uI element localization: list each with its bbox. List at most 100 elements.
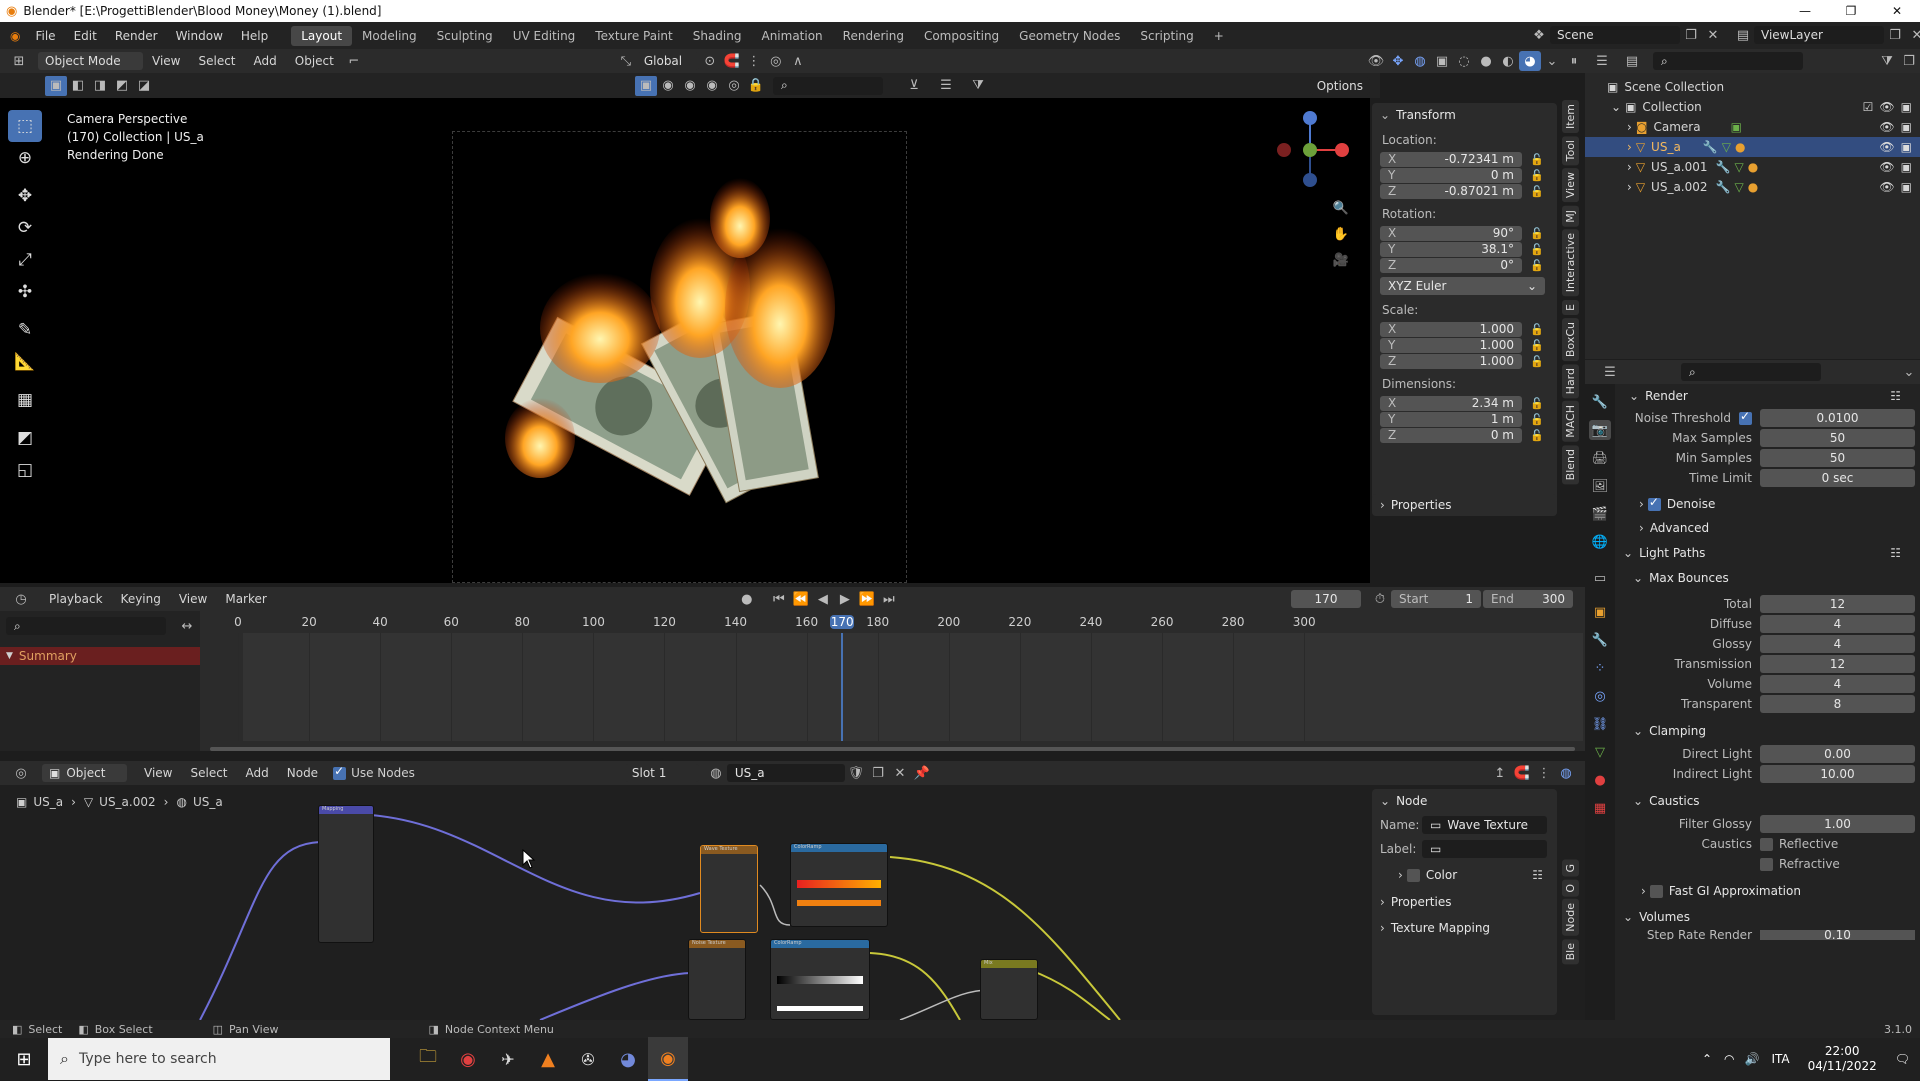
sidebar-tab[interactable]: BoxCu xyxy=(1562,317,1579,361)
filter-glossy-field[interactable]: 1.00 xyxy=(1760,815,1915,833)
eye-icon[interactable]: 👁 xyxy=(1879,180,1894,194)
lock-icon[interactable]: 🔓 xyxy=(1530,413,1544,426)
view-layer-icon[interactable]: ▤ xyxy=(1732,25,1754,45)
scale-tool-icon[interactable]: ⤢ xyxy=(8,244,42,276)
viewport-menu-object[interactable]: Object xyxy=(286,54,343,68)
node-menu-select[interactable]: Select xyxy=(181,766,236,780)
physics-tab-icon[interactable]: ◎ xyxy=(1589,686,1611,706)
shading-solid-icon[interactable]: ● xyxy=(1475,51,1497,71)
delete-scene-icon[interactable]: ✕ xyxy=(1702,25,1724,45)
gizmo-toggle-icon[interactable]: ⌐ xyxy=(343,51,365,71)
direct-light-field[interactable]: 0.00 xyxy=(1760,745,1915,763)
annotate-tool-icon[interactable]: ✎ xyxy=(8,314,42,346)
min-samples-field[interactable]: 50 xyxy=(1760,449,1915,467)
viewport-search-field[interactable]: ⌕ xyxy=(773,76,883,95)
playhead[interactable] xyxy=(841,633,844,741)
tab-scripting[interactable]: Scripting xyxy=(1130,26,1203,46)
pin-icon[interactable]: 📌 xyxy=(911,763,933,783)
view-layer-selector[interactable]: ViewLayer xyxy=(1754,26,1884,44)
record-icon[interactable]: ● xyxy=(736,589,758,609)
material-browse-icon[interactable]: ◍ xyxy=(705,763,727,783)
node-menu-node[interactable]: Node xyxy=(278,766,327,780)
eye-icon[interactable]: 👁 xyxy=(1879,120,1894,134)
falloff-icon[interactable]: ∧ xyxy=(787,51,809,71)
new-scene-icon[interactable]: ❐ xyxy=(1680,25,1702,45)
timeline-area[interactable]: ⌕ ↔ ▼ Summary 0 20 40 60 80 100 120 140 160 170 180… xyxy=(0,611,1585,751)
clock-icon[interactable]: ⏱ xyxy=(1369,589,1391,609)
scale-field[interactable]: Y 1.000 xyxy=(1380,337,1522,353)
3d-viewport[interactable]: Camera Perspective (170) Collection | US… xyxy=(50,98,1370,583)
noise-threshold-field[interactable]: 0.0100 xyxy=(1760,409,1915,427)
start-frame-field[interactable]: Start 1 xyxy=(1391,590,1481,608)
pan-hand-icon[interactable]: ✋ xyxy=(1330,224,1352,244)
camera-render-icon[interactable]: ▣ xyxy=(1901,180,1912,194)
jump-start-icon[interactable]: ⏮ xyxy=(768,589,790,609)
tab-node[interactable]: Node xyxy=(1562,899,1579,936)
lock-icon[interactable]: 🔒 xyxy=(745,76,767,96)
tab-ble[interactable]: Ble xyxy=(1562,938,1579,965)
properties-subpanel[interactable]: › Properties xyxy=(1372,494,1557,516)
eye-icon[interactable]: 👁 xyxy=(1879,140,1894,154)
mode-selector[interactable]: Object Mode xyxy=(38,52,143,70)
scale-field[interactable]: Z 1.000 xyxy=(1380,353,1522,369)
chrome-icon[interactable]: ◉ xyxy=(448,1037,488,1081)
denoise-checkbox[interactable] xyxy=(1647,495,1661,511)
lock-icon[interactable]: 🔓 xyxy=(1530,429,1544,442)
object-tab-icon[interactable]: ▣ xyxy=(1589,602,1611,622)
minimize-button[interactable]: — xyxy=(1782,4,1828,18)
crop-tool-icon[interactable]: ◱ xyxy=(8,454,42,486)
menu-window[interactable]: Window xyxy=(167,29,232,43)
lock-icon[interactable]: 🔓 xyxy=(1530,259,1544,272)
checkbox-icon[interactable]: ☑ xyxy=(1863,100,1874,114)
scene-selector[interactable]: Scene xyxy=(1550,26,1680,44)
filter-other-icon[interactable]: ◎ xyxy=(723,76,745,96)
render-section[interactable]: Render xyxy=(1645,389,1688,403)
outliner-item-us-a-002[interactable]: › ▽ US_a.002 🔧 ▽ ● 👁 ▣ xyxy=(1585,177,1920,197)
tab-o[interactable]: O xyxy=(1562,879,1579,897)
menu-file[interactable]: File xyxy=(26,29,64,43)
close-button[interactable]: ✕ xyxy=(1874,4,1920,18)
rotation-field[interactable]: Z 0° xyxy=(1380,257,1522,273)
tab-sculpting[interactable]: Sculpting xyxy=(427,26,503,46)
world-tab-icon[interactable]: 🌐 xyxy=(1589,532,1611,552)
volumes-row[interactable]: ⌄ Volumes xyxy=(1617,904,1917,930)
play-reverse-icon[interactable]: ◀ xyxy=(812,589,834,609)
options-button[interactable]: Options xyxy=(1309,76,1370,95)
select-subtract-icon[interactable]: ◨ xyxy=(89,76,111,96)
particles-tab-icon[interactable]: ⁘ xyxy=(1589,658,1611,678)
outliner-item-us-a-001[interactable]: › ▽ US_a.001 🔧 ▽ ● 👁 ▣ xyxy=(1585,157,1920,177)
add-workspace-button[interactable]: + xyxy=(1204,26,1234,46)
node-mapping[interactable]: Mapping xyxy=(318,805,374,943)
camera-render-icon[interactable]: ▣ xyxy=(1901,100,1912,114)
slot-selector[interactable]: Slot 1 xyxy=(624,764,699,782)
snap-target-icon[interactable]: ⋮ xyxy=(743,51,765,71)
collapse-icon[interactable]: ⌄ xyxy=(1380,108,1390,122)
lock-icon[interactable]: 🔓 xyxy=(1530,169,1544,182)
timeline-menu-view[interactable]: View xyxy=(170,592,216,606)
viewport-menu-select[interactable]: Select xyxy=(189,54,244,68)
cursor-tool-icon[interactable]: ⊕ xyxy=(8,142,42,174)
filter-select-icon[interactable]: ▣ xyxy=(635,75,657,96)
collection-tab-icon[interactable]: ▭ xyxy=(1589,568,1611,588)
parent-node-tree-icon[interactable]: ↥ xyxy=(1489,763,1511,783)
outliner-item-camera[interactable]: › ◙ Camera ▣ 👁 ▣ xyxy=(1585,117,1920,137)
filter-camera-icon[interactable]: ◉ xyxy=(701,76,723,96)
viewport-menu-view[interactable]: View xyxy=(143,54,189,68)
select-extend-icon[interactable]: ◧ xyxy=(67,76,89,96)
menu-edit[interactable]: Edit xyxy=(65,29,106,43)
sidebar-tab[interactable]: E xyxy=(1562,299,1579,315)
chevron-down-icon[interactable]: ⌄ xyxy=(1898,362,1920,382)
camera-render-icon[interactable]: ▣ xyxy=(1901,160,1912,174)
properties-editor-icon[interactable]: ☰ xyxy=(1599,362,1621,382)
tab-shading[interactable]: Shading xyxy=(683,26,752,46)
discord-icon[interactable]: ◕ xyxy=(608,1037,648,1081)
shading-material-icon[interactable]: ◐ xyxy=(1497,51,1519,71)
location-field[interactable]: Y 0 m xyxy=(1380,167,1522,183)
outliner-search-field[interactable]: ⌕ xyxy=(1653,52,1803,70)
clamping-row[interactable]: ⌄ Clamping xyxy=(1617,718,1917,744)
node-colorramp[interactable]: ColorRamp xyxy=(790,843,888,927)
snap-mode-icon[interactable]: ⋮ xyxy=(1533,763,1555,783)
camera-render-icon[interactable]: ▣ xyxy=(1901,120,1912,134)
caustics-section-row[interactable]: ⌄ Caustics xyxy=(1617,788,1917,814)
dimension-field[interactable]: Y 1 m xyxy=(1380,411,1522,427)
